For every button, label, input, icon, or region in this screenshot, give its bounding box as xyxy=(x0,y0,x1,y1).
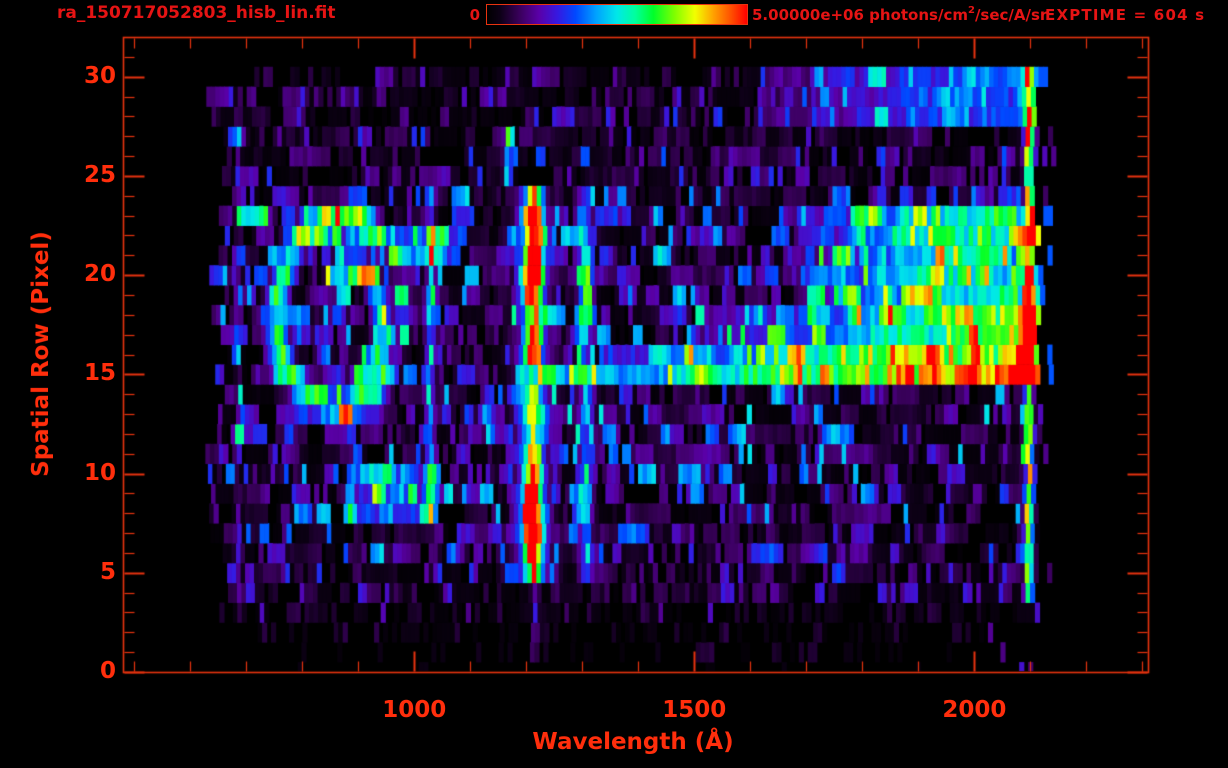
colorbar-max-label: 5.00000e+06 photons/cm2/sec/A/sr xyxy=(752,5,1048,24)
colorbar-units-pre: photons/cm xyxy=(863,6,968,24)
colorbar-units-post: /sec/A/sr xyxy=(974,6,1048,24)
colorbar-gradient xyxy=(486,4,748,25)
x-tick-label-2000: 2000 xyxy=(942,697,1007,723)
y-tick-label-30: 30 xyxy=(83,62,116,89)
colorbar-max-value: 5.00000e+06 xyxy=(752,6,864,24)
x-tick-label-1000: 1000 xyxy=(382,697,447,723)
colorbar-min-label: 0 xyxy=(469,6,480,24)
file-title: ra_150717052803_hisb_lin.fit xyxy=(57,3,336,23)
spectrogram-figure: ra_150717052803_hisb_lin.fit 0 5.00000e+… xyxy=(0,0,1228,768)
y-tick-label-20: 20 xyxy=(83,261,116,288)
exptime-label: EXPTIME = 604 s xyxy=(1045,6,1206,24)
y-tick-label-5: 5 xyxy=(99,558,116,585)
spectral-heatmap-canvas xyxy=(0,0,1228,768)
x-tick-label-1500: 1500 xyxy=(662,697,727,723)
y-tick-label-25: 25 xyxy=(83,161,116,188)
y-tick-label-0: 0 xyxy=(99,658,116,684)
colorbar-units-sup: 2 xyxy=(967,5,975,16)
x-axis-title: Wavelength (Å) xyxy=(532,729,734,755)
y-tick-label-15: 15 xyxy=(83,360,116,387)
y-tick-label-10: 10 xyxy=(83,459,116,486)
